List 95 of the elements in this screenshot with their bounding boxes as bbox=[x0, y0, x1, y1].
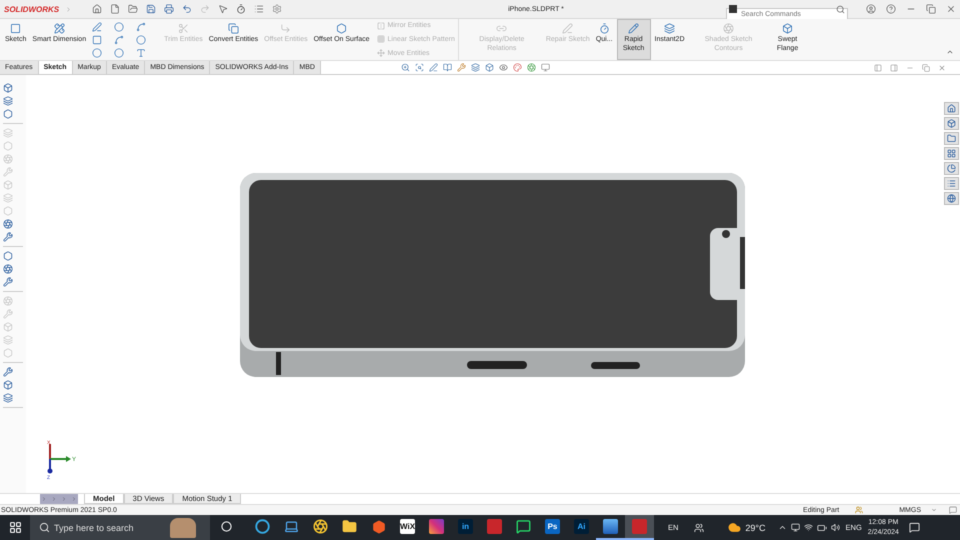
task-pane-button[interactable] bbox=[944, 132, 959, 145]
zoom-icon[interactable] bbox=[400, 63, 410, 72]
task-pane-icon bbox=[947, 179, 956, 188]
command-icon bbox=[54, 23, 65, 34]
task-pane-icon bbox=[947, 119, 956, 128]
sketch-tool-icon[interactable] bbox=[136, 48, 146, 58]
zoom-area-icon[interactable] bbox=[414, 63, 424, 72]
task-pane-button[interactable] bbox=[944, 102, 959, 115]
temperature-text[interactable]: 29°C bbox=[745, 522, 766, 532]
comment-icon bbox=[949, 506, 957, 514]
feature-tool-icon[interactable] bbox=[3, 264, 13, 274]
command-icon bbox=[782, 23, 794, 34]
command-icon bbox=[10, 23, 22, 34]
feature-tool-icon[interactable] bbox=[3, 367, 13, 377]
task-pane-icon bbox=[947, 104, 956, 113]
laptop-icon bbox=[284, 519, 299, 534]
sketch-tool-icon[interactable] bbox=[114, 22, 124, 32]
command-icon bbox=[178, 23, 189, 34]
tray-expand-icon bbox=[778, 523, 787, 532]
pointer-icon[interactable] bbox=[218, 4, 228, 14]
app-tile-icon: WiX bbox=[400, 519, 415, 534]
taskbar-app-button[interactable]: Ai bbox=[567, 515, 596, 540]
command-icon bbox=[376, 22, 385, 30]
sketch-tool-icon[interactable] bbox=[136, 34, 146, 44]
close-icon[interactable] bbox=[938, 64, 946, 72]
command-icon bbox=[664, 23, 676, 34]
task-pane-button[interactable] bbox=[944, 117, 959, 130]
battery-icon bbox=[816, 522, 827, 532]
restore-icon[interactable] bbox=[922, 64, 930, 72]
chat-bubble-icon bbox=[516, 519, 531, 534]
people-icon bbox=[694, 522, 704, 532]
command-icon bbox=[562, 23, 574, 34]
task-pane-icon bbox=[947, 149, 956, 158]
task-pane-button[interactable] bbox=[944, 177, 959, 190]
circle-icon bbox=[220, 521, 232, 532]
feature-tool-icon[interactable] bbox=[3, 232, 13, 242]
command-icon bbox=[376, 35, 385, 44]
search-icon bbox=[39, 522, 50, 533]
undo-icon[interactable] bbox=[182, 4, 192, 14]
taskbar-app-button[interactable]: Ps bbox=[538, 515, 567, 540]
command-icon bbox=[376, 49, 385, 58]
feature-tool-icon[interactable] bbox=[3, 96, 13, 106]
feature-tool-icon[interactable] bbox=[3, 380, 13, 390]
search-icon[interactable] bbox=[836, 4, 845, 14]
sketch-tool-icon[interactable] bbox=[92, 48, 102, 58]
command-icon bbox=[228, 23, 239, 34]
task-pane-button[interactable] bbox=[944, 162, 959, 175]
collapse-ribbon-icon[interactable] bbox=[946, 48, 954, 56]
hide-show-icon[interactable] bbox=[498, 63, 508, 72]
print-icon[interactable] bbox=[164, 4, 174, 14]
task-pane-button[interactable] bbox=[944, 192, 959, 205]
app-logo: SOLIDWORKS bbox=[4, 4, 60, 14]
figurine-photo-placeholder bbox=[170, 518, 196, 538]
app-tile-icon: Ps bbox=[545, 519, 560, 534]
command-icon bbox=[336, 23, 348, 34]
notifications-icon bbox=[908, 522, 920, 533]
feature-tool-icon[interactable] bbox=[3, 219, 13, 229]
sketch-tool-icon[interactable] bbox=[136, 22, 146, 32]
feature-tool-icon[interactable] bbox=[3, 109, 13, 119]
command-icon bbox=[723, 23, 734, 34]
tile-left-icon[interactable] bbox=[874, 64, 882, 72]
task-pane-icon bbox=[947, 194, 956, 203]
close-icon[interactable] bbox=[946, 4, 956, 14]
taskbar-app-button[interactable]: WiX bbox=[393, 515, 422, 540]
app-tile-icon: in bbox=[458, 519, 473, 534]
home-icon[interactable] bbox=[92, 4, 102, 14]
command-icon bbox=[598, 23, 610, 34]
task-pane-button[interactable] bbox=[944, 147, 959, 160]
caret-icon bbox=[931, 507, 937, 513]
open-folder-icon[interactable] bbox=[128, 4, 138, 14]
feature-tool-icon[interactable] bbox=[3, 83, 13, 93]
command-icon bbox=[628, 23, 640, 34]
feature-tool-icon[interactable] bbox=[3, 393, 13, 403]
user-icon[interactable] bbox=[866, 4, 876, 14]
settings-icon[interactable] bbox=[272, 4, 282, 14]
app-tile-icon: Ai bbox=[574, 519, 589, 534]
sketch-tool-icon[interactable] bbox=[114, 34, 124, 44]
feature-tool-icon[interactable] bbox=[3, 277, 13, 287]
help-icon[interactable] bbox=[886, 4, 896, 14]
sketch-tool-icon[interactable] bbox=[92, 22, 102, 32]
sketch-tool-icon[interactable] bbox=[92, 34, 102, 44]
tile-right-icon[interactable] bbox=[890, 64, 898, 72]
task-pane-icon bbox=[947, 164, 956, 173]
folder-icon bbox=[342, 519, 357, 534]
feature-tool-icon[interactable] bbox=[3, 251, 13, 261]
wifi-icon bbox=[804, 523, 813, 532]
sketch-tool-icon[interactable] bbox=[114, 48, 124, 58]
terminal-icon bbox=[729, 5, 737, 13]
restore-icon[interactable] bbox=[926, 4, 936, 14]
new-document-icon[interactable] bbox=[110, 4, 120, 14]
taskbar-app-button[interactable]: in bbox=[451, 515, 480, 540]
command-icon bbox=[496, 23, 508, 34]
command-icon bbox=[280, 23, 292, 34]
task-pane-icon bbox=[947, 134, 956, 143]
save-icon[interactable] bbox=[146, 4, 156, 14]
